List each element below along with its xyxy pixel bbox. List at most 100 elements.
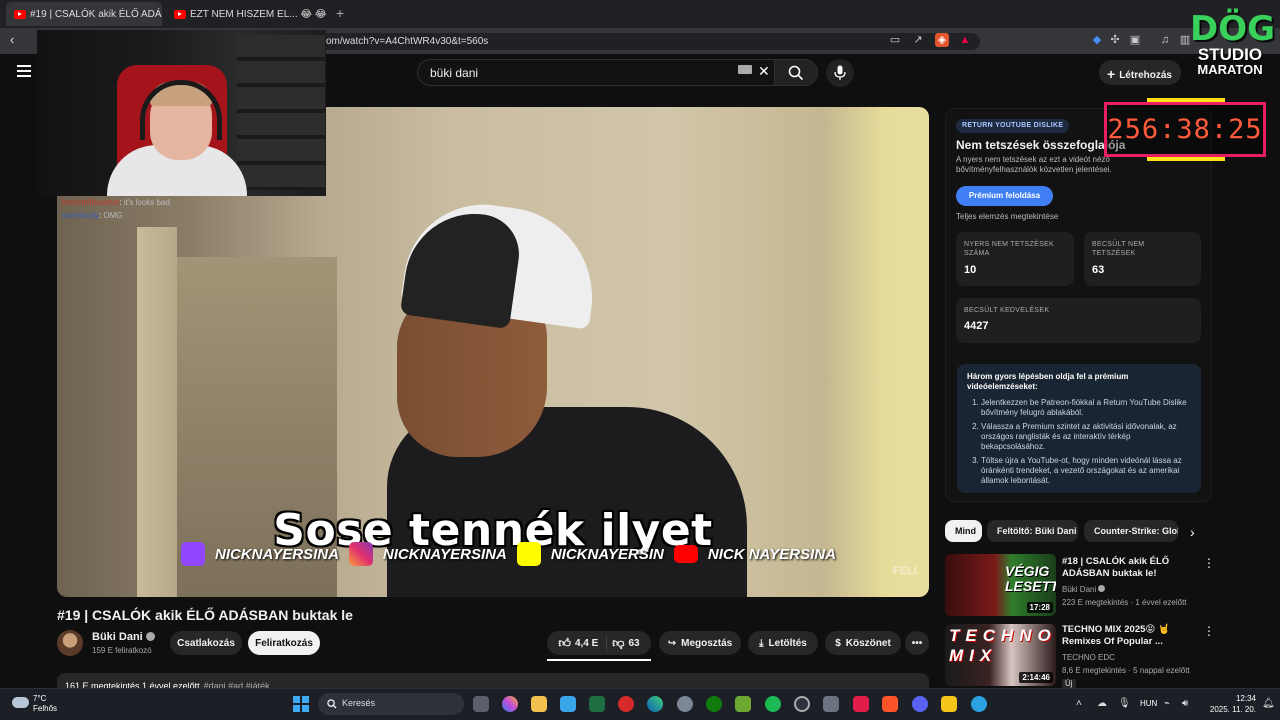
rec-more-icon[interactable]: ⋮ (1203, 556, 1215, 570)
settings-icon[interactable] (677, 696, 693, 712)
dislike-button[interactable]: 👎︎ 63 (612, 636, 639, 651)
thumbs-up-icon: 👍︎ (558, 635, 571, 650)
extension-icon[interactable]: ◆ (1090, 33, 1104, 47)
search-input[interactable]: büki dani ✕ (417, 59, 774, 86)
system-clock[interactable]: 12:34 2025. 11. 20. (1200, 693, 1256, 715)
url-field[interactable]: om/watch?v=A4ChtWR4v30&t=560s (300, 33, 980, 50)
rec-title[interactable]: #18 | CSALÓK akik ÉLŐ ADÁSBAN buktak le! (1062, 556, 1190, 580)
logo-line: STUDIO (1197, 45, 1263, 64)
microphone-icon[interactable]: 🎙︎ (1118, 698, 1131, 709)
network-icon[interactable]: ⌁ (1164, 698, 1170, 709)
video-person-cap-front (399, 204, 525, 330)
clear-search-icon[interactable]: ✕ (758, 63, 770, 80)
rec-channel[interactable]: Büki Dani (1062, 585, 1106, 594)
chat-message: it's looks bad (123, 198, 170, 207)
store-icon[interactable] (560, 696, 576, 712)
weather-widget[interactable]: 7°C Felhős (33, 694, 57, 714)
video-title: #19 | CSALÓK akik ÉLŐ ADÁSBAN buktak le (57, 607, 353, 623)
chip-uploader[interactable]: Feltöltő: Büki Dani (987, 520, 1078, 542)
cast-icon[interactable]: ▭ (888, 33, 902, 47)
create-button[interactable]: + Létrehozás (1099, 60, 1181, 85)
creative-cloud-icon[interactable] (618, 696, 634, 712)
puzzle-icon[interactable]: ✣ (1108, 33, 1122, 47)
premium-unlock-button[interactable]: Prémium feloldása (956, 186, 1053, 206)
copilot-icon[interactable] (502, 696, 518, 712)
timer-value: 256:38:25 (1107, 114, 1263, 145)
rec-title[interactable]: TECHNO MIX 2025😝 🤘 Remixes Of Popular ..… (1062, 624, 1190, 648)
obs-icon[interactable] (794, 696, 810, 712)
rec-channel[interactable]: TECHNO EDC (1062, 653, 1115, 662)
subscribe-button[interactable]: Feliratkozás (248, 631, 320, 655)
onedrive-icon[interactable]: ☁ (1097, 698, 1107, 709)
chip-counter-strike[interactable]: Counter-Strike: Glob (1084, 520, 1178, 542)
more-actions-button[interactable]: ••• (905, 631, 929, 655)
game-launcher-icon[interactable] (735, 696, 751, 712)
chevron-up-icon[interactable]: ˄ (1076, 698, 1082, 709)
ryd-badge: RETURN YOUTUBE DISLIKE (956, 119, 1070, 133)
screenshot-icon[interactable]: ▣ (1128, 33, 1142, 47)
spotify-icon[interactable] (765, 696, 781, 712)
taskbar-search[interactable]: Keresés (318, 693, 464, 715)
subscribe-label: Feliratkozás (255, 637, 313, 649)
volume-icon[interactable]: 🔊︎ (1182, 698, 1188, 709)
browser-tab-active[interactable]: #19 | CSALÓK akik ÉLŐ ADÁS ✕ (6, 2, 162, 26)
stream-chat: brecklefiltssehet: it's looks bad somebo… (62, 196, 170, 222)
edge-icon[interactable] (647, 696, 663, 712)
excel-icon[interactable] (589, 696, 605, 712)
brave-shield-icon[interactable]: ◈ (935, 33, 949, 47)
cloud-icon[interactable] (12, 697, 29, 708)
search-button[interactable] (774, 59, 818, 86)
video-social-handles: NICKNAYERSINA NICKNAYERSINA NICKNAYERSIN… (181, 540, 836, 568)
hamburger-menu-icon[interactable] (17, 65, 31, 80)
keyboard-icon[interactable] (738, 65, 752, 74)
thanks-label: Köszönet (845, 637, 891, 649)
windows-start-icon[interactable] (293, 696, 309, 712)
weather-condition: Felhős (33, 704, 58, 713)
app-icon[interactable] (853, 696, 869, 712)
join-button[interactable]: Csatlakozás (170, 631, 242, 655)
channel-avatar[interactable] (57, 630, 83, 656)
chip-all[interactable]: Mind (945, 520, 982, 542)
rockstar-icon[interactable] (941, 696, 957, 712)
rec-thumbnail[interactable]: VÉGIG LESETT? 17:28 (945, 554, 1056, 616)
thanks-button[interactable]: $ Köszönet (825, 631, 901, 655)
ryd-premium-steps: Három gyors lépésben oldja fel a prémium… (957, 364, 1201, 493)
task-view-icon[interactable] (473, 696, 489, 712)
stat-value: 10 (964, 264, 977, 276)
plus-icon: + (1107, 66, 1116, 82)
channel-name[interactable]: Büki Dani (92, 631, 155, 643)
rec-more-icon[interactable]: ⋮ (1203, 624, 1215, 638)
discord-icon[interactable] (912, 696, 928, 712)
music-icon[interactable]: ♫ (1158, 33, 1172, 47)
thumb-text: TECHNO MIX (949, 626, 1056, 665)
rec-duration: 17:28 (1026, 602, 1053, 613)
streamer-webcam (37, 30, 326, 196)
youtube-icon (673, 545, 698, 563)
notifications-icon[interactable]: 🔔︎ (1262, 698, 1275, 709)
download-button[interactable]: ⤓ Letöltés (748, 631, 818, 655)
telegram-icon[interactable] (971, 696, 987, 712)
social-handle: NICKNAYERSIN (550, 545, 664, 563)
browser-tab[interactable]: EZT NEM HISZEM EL... 😂 😂 | DÖG S (166, 2, 330, 26)
share-icon[interactable]: ↗ (911, 33, 925, 47)
taskbar-search-label: Keresés (342, 698, 376, 708)
more-icon: ••• (911, 637, 923, 649)
file-explorer-icon[interactable] (531, 696, 547, 712)
share-label: Megosztás (681, 637, 733, 649)
step-item: Töltse újra a YouTube-ot, hogy minden vi… (981, 456, 1191, 486)
search-value: büki dani (430, 66, 479, 80)
input-language[interactable]: HUN (1140, 699, 1157, 708)
voice-search-button[interactable] (826, 59, 854, 87)
new-tab-button[interactable]: + (336, 5, 344, 21)
rec-thumbnail[interactable]: TECHNO MIX 2:14:46 (945, 624, 1056, 686)
like-button[interactable]: 👍︎ 4,4 E (558, 635, 608, 651)
back-icon[interactable]: ‹ (10, 32, 14, 47)
chat-line: somebody: OMG (62, 211, 123, 220)
brave-icon[interactable] (882, 696, 898, 712)
xbox-icon[interactable] (706, 696, 722, 712)
share-button[interactable]: ↪ Megosztás (659, 631, 741, 655)
calculator-icon[interactable] (823, 696, 839, 712)
rewards-icon[interactable]: ▲ (958, 33, 972, 47)
full-analysis-link[interactable]: Teljes elemzés megtekintése (956, 212, 1058, 221)
chevron-right-icon[interactable]: › (1190, 524, 1195, 540)
